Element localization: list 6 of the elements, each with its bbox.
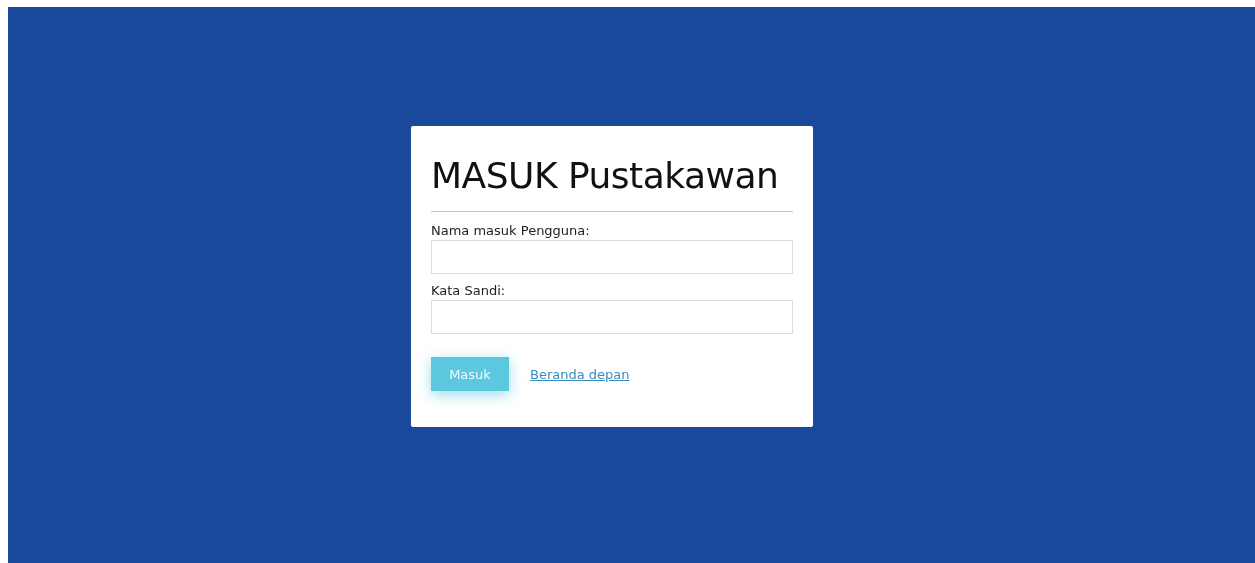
- input-field[interactable]: [431, 240, 793, 274]
- home-link[interactable]: Beranda depan: [530, 366, 630, 382]
- input-field[interactable]: [431, 300, 793, 334]
- login-title: MASUK Pustakawan: [431, 154, 779, 198]
- field-label: Kata Sandi:: [431, 282, 506, 300]
- field-label: Nama masuk Pengguna:: [431, 222, 590, 240]
